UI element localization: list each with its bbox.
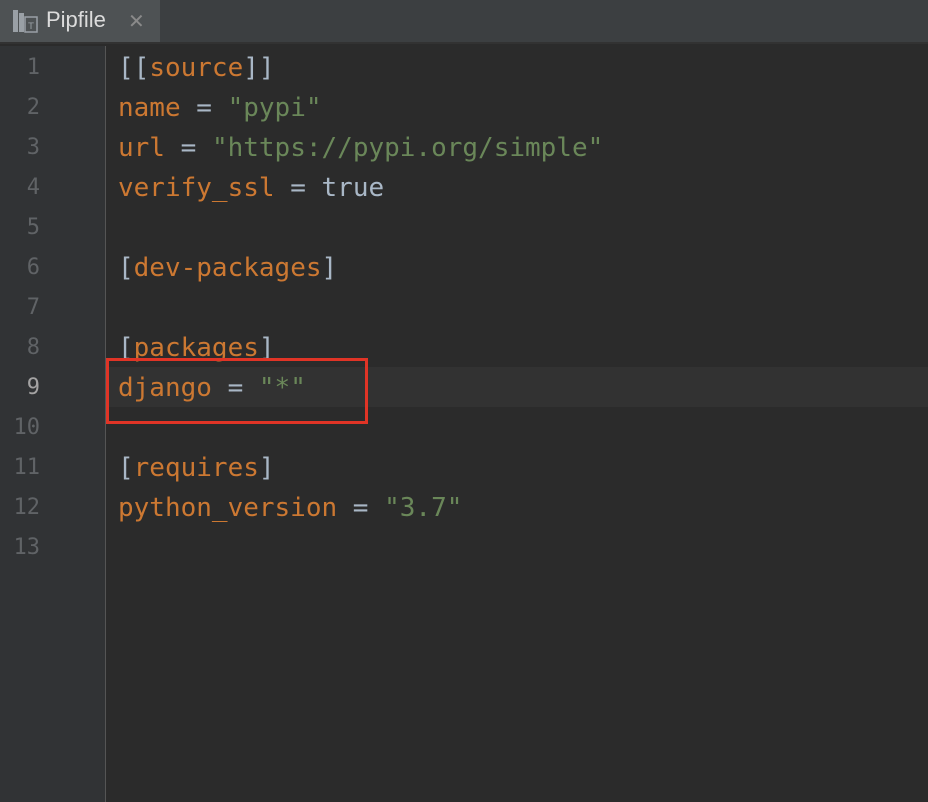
section-name: dev-packages	[133, 253, 322, 283]
section-name: requires	[133, 453, 259, 483]
string-value: "3.7"	[384, 493, 463, 523]
line-number: 1	[26, 55, 40, 80]
line-number: 8	[26, 335, 40, 360]
key: verify_ssl	[118, 173, 275, 203]
line-number: 7	[26, 295, 40, 320]
code-line-11[interactable]: [requires]	[118, 448, 275, 488]
annotation-highlight-box	[106, 358, 368, 424]
line-number: 2	[26, 95, 40, 120]
key: python_version	[118, 493, 338, 523]
svg-text:T: T	[27, 22, 34, 32]
close-icon[interactable]: ✕	[128, 9, 145, 33]
boolean-value: true	[321, 173, 385, 203]
code-line-12[interactable]: python_version = "3.7"	[118, 488, 462, 528]
line-number: 5	[26, 215, 40, 240]
bracket: [[	[118, 53, 150, 83]
operator: =	[337, 493, 385, 523]
bracket: [	[118, 453, 134, 483]
operator: =	[274, 173, 322, 203]
section-name: source	[149, 53, 244, 83]
bracket: [	[118, 253, 134, 283]
code-line-1[interactable]: [[source]]	[118, 48, 275, 88]
tab-pipfile[interactable]: T Pipfile ✕	[0, 0, 160, 42]
bracket: ]]	[243, 53, 275, 83]
line-number: 3	[26, 135, 40, 160]
operator: =	[164, 133, 212, 163]
code-line-2[interactable]: name = "pypi"	[118, 88, 322, 128]
operator: =	[180, 93, 228, 123]
code-line-4[interactable]: verify_ssl = true	[118, 168, 384, 208]
editor-tab-bar: T Pipfile ✕	[0, 0, 928, 44]
code-line-6[interactable]: [dev-packages]	[118, 248, 337, 288]
line-number: 12	[13, 495, 41, 520]
bracket: ]	[321, 253, 338, 283]
string-value: "pypi"	[227, 93, 322, 123]
line-number: 10	[13, 415, 41, 440]
bracket: ]	[258, 453, 275, 483]
tab-title: Pipfile	[46, 7, 106, 32]
key: name	[118, 93, 181, 123]
string-value: "https://pypi.org/simple"	[211, 133, 604, 163]
line-number: 4	[26, 175, 40, 200]
key: url	[118, 133, 165, 163]
line-number: 13	[13, 535, 41, 560]
current-line-number: 9	[26, 375, 40, 400]
line-number: 6	[26, 255, 40, 280]
pipfile-icon: T	[13, 10, 38, 33]
line-number: 11	[13, 455, 41, 480]
code-line-3[interactable]: url = "https://pypi.org/simple"	[118, 128, 603, 168]
